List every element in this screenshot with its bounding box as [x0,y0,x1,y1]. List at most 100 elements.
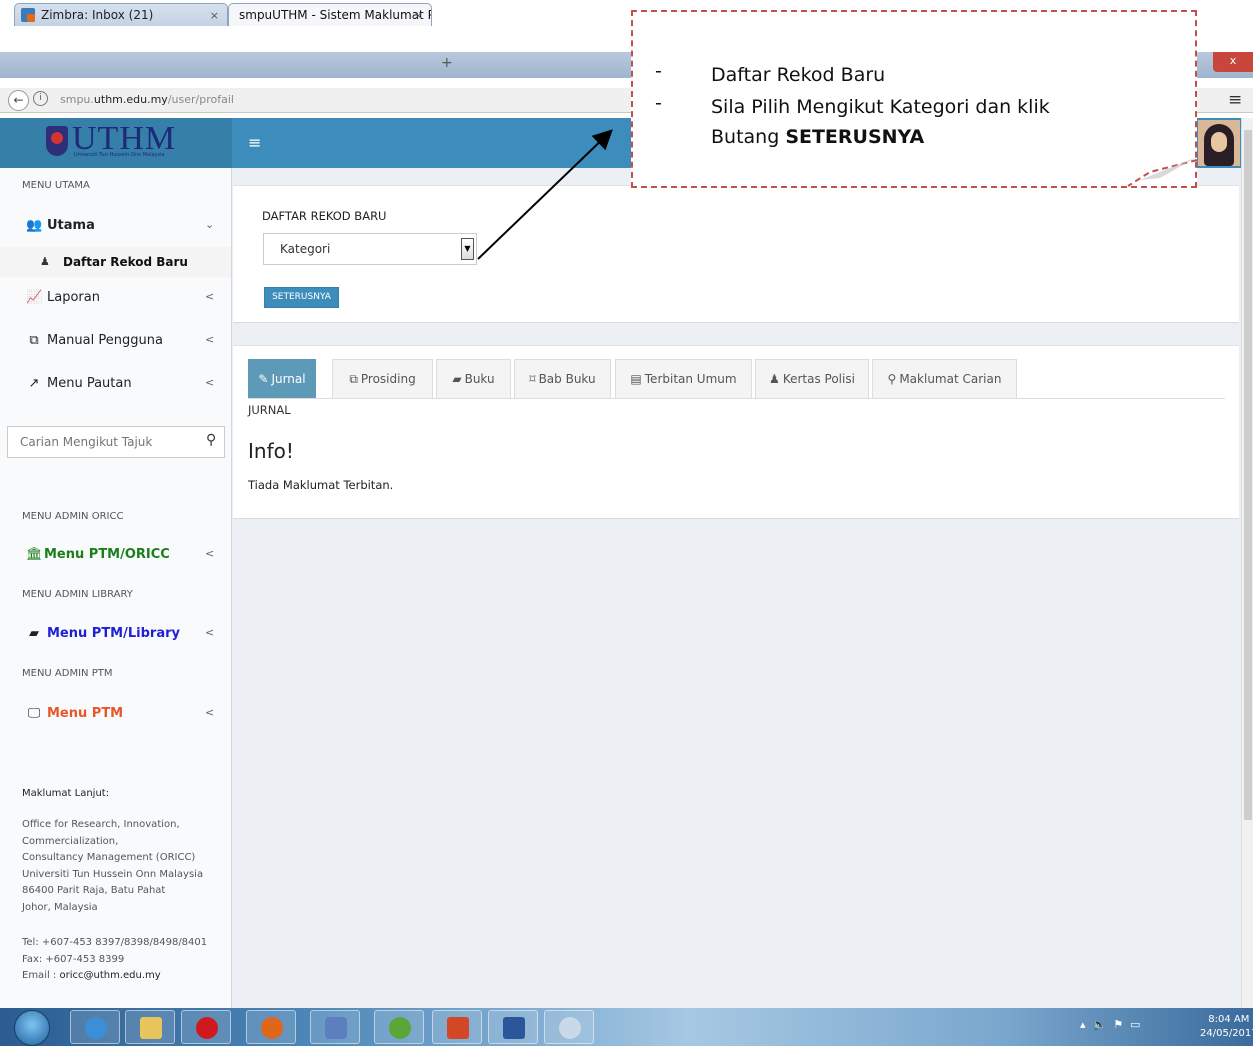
search-icon[interactable]: ⚲ [206,432,216,448]
sidebar-item-label: Laporan [47,290,100,305]
user-avatar[interactable] [1198,120,1240,166]
zimbra-favicon-icon [21,8,35,22]
footer-line: Office for Research, Innovation, [22,819,180,830]
footer-line: 86400 Parit Raja, Batu Pahat [22,885,166,896]
explorer-taskbar-button[interactable] [125,1010,175,1044]
uthm-crest-icon [46,126,68,156]
logo-subtitle: Universiti Tun Hussein Onn Malaysia [74,152,165,158]
users-icon: 👥 [26,218,43,233]
page-scrollbar[interactable] [1241,118,1253,1008]
menu-admin-library-header: MENU ADMIN LIBRARY [22,589,133,600]
word-taskbar-button[interactable] [488,1010,538,1044]
tab-buku[interactable]: ▰ Buku [436,359,511,398]
window-close-button[interactable]: x [1213,52,1253,72]
email-link[interactable]: oricc@uthm.edu.my [59,970,160,981]
footer-tel: Tel: +607-453 8397/8398/8498/8401 [22,937,208,948]
section-label: JURNAL [248,403,291,417]
book-icon: ▰ [29,626,39,641]
clock-date: 24/05/2017 [1200,1028,1253,1039]
callout-bold-text: SETERUSNYA [785,126,925,148]
chevron-left-icon: < [205,376,215,389]
sidebar-item-ptm-library[interactable]: ▰ Menu PTM/Library < [0,616,231,652]
sidebar-item-ptm[interactable]: 🖵 Menu PTM < [0,696,231,732]
browser-tab-smpu[interactable]: smpuUTHM - Sistem Maklumat P × [228,3,432,26]
sidebar-item-label: Utama [47,218,95,233]
newspaper-icon: ▤ [630,372,642,386]
book-icon: ▰ [452,372,462,386]
sidebar-toggle-icon[interactable]: ≡ [248,133,261,152]
close-tab-icon[interactable]: × [414,4,423,26]
tab-kertas-polisi[interactable]: ♟ Kertas Polisi [755,359,869,398]
tab-label: Terbitan Umum [644,372,737,386]
menu-admin-oricc-header: MENU ADMIN ORICC [22,511,124,522]
tab-label: Prosiding [360,372,416,386]
close-tab-icon[interactable]: × [210,4,219,26]
paint-taskbar-button[interactable] [544,1010,594,1044]
firefox-icon [261,1017,283,1039]
sidebar-item-menu-pautan[interactable]: ↗ Menu Pautan < [0,366,231,402]
seterusnya-button[interactable]: SETERUSNYA [264,287,339,308]
instruction-callout: - Daftar Rekod Baru - Sila Pilih Mengiku… [631,10,1197,188]
browser-menu-icon[interactable]: ≡ [1228,90,1242,110]
footer-line: Universiti Tun Hussein Onn Malaysia [22,868,204,880]
search-input[interactable] [8,427,193,457]
virtualbox-taskbar-button[interactable] [310,1010,360,1044]
tab-maklumat-carian[interactable]: ⚲ Maklumat Carian [872,359,1017,398]
taskbar-clock[interactable]: 8:04 AM 24/05/2017 [1200,1013,1253,1041]
opera-icon [196,1017,218,1039]
tab-bab-buku[interactable]: ⌑ Bab Buku [514,359,611,398]
browser-tab-title: smpuUTHM - Sistem Maklumat P [239,8,432,22]
tab-label: Kertas Polisi [782,372,855,386]
sidebar-item-manual-pengguna[interactable]: ⧉ Manual Pengguna < [0,323,231,359]
sidebar-item-ptm-oricc[interactable]: 🏛 Menu PTM/ORICC < [0,537,231,573]
powerpoint-taskbar-button[interactable] [432,1010,482,1044]
footer-address: Office for Research, Innovation, Commerc… [22,817,203,916]
app-taskbar-button[interactable] [374,1010,424,1044]
sidebar-item-label: Daftar Rekod Baru [63,255,188,269]
callout-line: Sila Pilih Mengikut Kategori dan klik But… [711,92,1050,152]
tab-jurnal[interactable]: ✎ Jurnal [248,359,316,398]
start-button-icon[interactable] [14,1010,50,1046]
system-tray[interactable]: ▴ 🔈 ⚑ ▭ [1080,1018,1140,1031]
user-icon: ♟ [769,372,780,386]
callout-bullet: - [655,60,662,82]
daftar-rekod-heading: DAFTAR REKOD BARU [262,209,387,223]
ie-taskbar-button[interactable] [70,1010,120,1044]
footer-title: Maklumat Lanjut: [22,788,110,799]
browser-tab-zimbra[interactable]: Zimbra: Inbox (21) × [14,3,228,26]
sidebar-item-daftar-rekod-baru[interactable]: ♟ Daftar Rekod Baru [0,247,231,277]
ie-icon [85,1017,107,1039]
chevron-down-icon: ⌄ [205,218,215,231]
url-text[interactable]: smpu.uthm.edu.my/user/profail [60,93,234,106]
clock-time: 8:04 AM [1208,1014,1250,1025]
chevron-left-icon: < [205,290,215,303]
tab-terbitan-umum[interactable]: ▤ Terbitan Umum [615,359,752,398]
url-domain: uthm.edu.my [93,93,168,106]
scrollbar-thumb[interactable] [1244,130,1252,820]
pencil-icon: ✎ [258,372,269,386]
new-tab-button[interactable]: + [441,55,453,71]
user-icon: ♟ [40,255,50,268]
info-icon[interactable]: i [33,91,48,106]
firefox-taskbar-button[interactable] [246,1010,296,1044]
sidebar-item-label: Menu PTM/Library [47,626,180,641]
dropdown-arrow-icon[interactable]: ▼ [461,238,474,260]
tab-prosiding[interactable]: ⧉ Prosiding [332,359,433,398]
sidebar-item-utama[interactable]: 👥 Utama ⌄ [0,208,231,244]
folder-icon [140,1017,162,1039]
sidebar-item-laporan[interactable]: 📈 Laporan < [0,280,231,316]
footer-contact: Tel: +607-453 8397/8398/8498/8401 Fax: +… [22,935,207,985]
back-arrow-icon[interactable]: ← [8,90,29,111]
tab-label: Buku [464,372,495,386]
sidebar-item-label: Manual Pengguna [47,333,163,348]
chevron-left-icon: < [205,333,215,346]
sidebar-item-label: Menu Pautan [47,376,132,391]
copy-icon: ⧉ [29,333,39,348]
kategori-select[interactable]: Kategori ▼ [263,233,477,265]
opera-taskbar-button[interactable] [181,1010,231,1044]
chart-icon: 📈 [26,290,43,305]
email-label: Email : [22,970,60,981]
tabs-divider [248,398,1225,399]
footer-fax: Fax: +607-453 8399 [22,953,125,965]
powerpoint-icon [447,1017,469,1039]
